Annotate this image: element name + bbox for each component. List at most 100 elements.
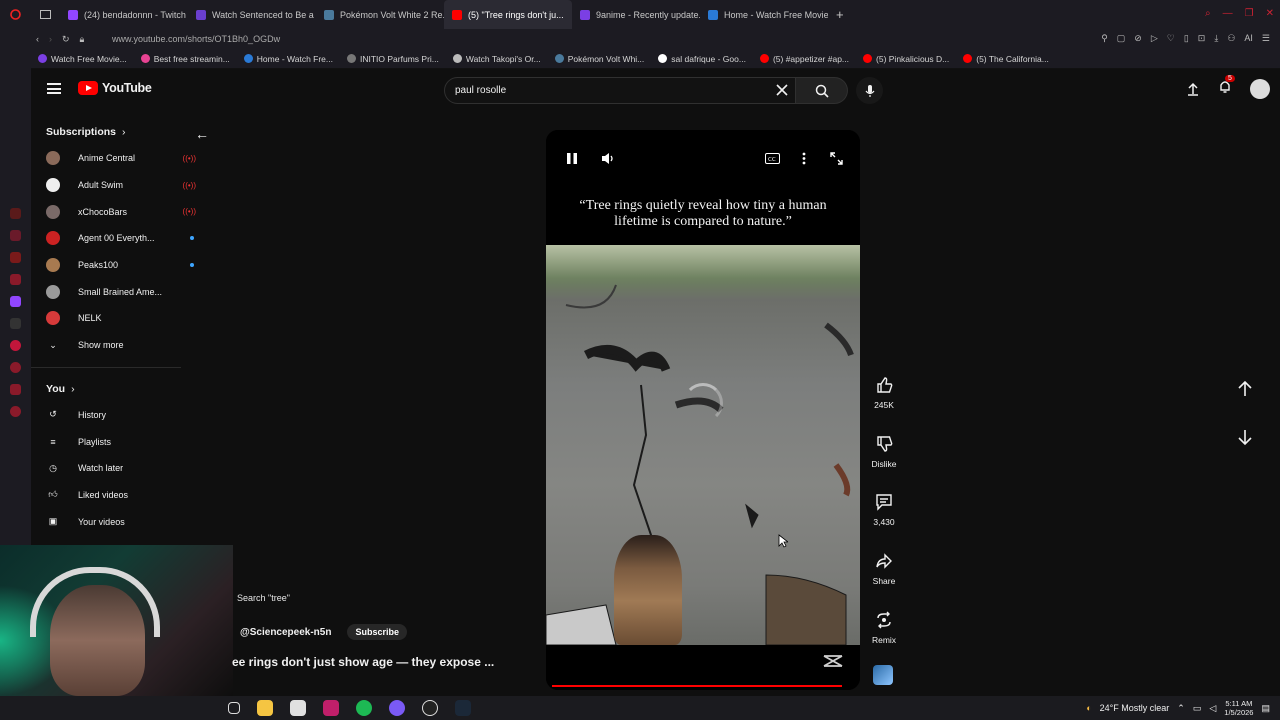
sidebar-item-playlists[interactable]: ≡ Playlists bbox=[31, 428, 214, 455]
dislike-button[interactable] bbox=[869, 431, 899, 457]
snapshot-icon[interactable]: ▢ bbox=[1117, 33, 1126, 44]
sidebar-app-icon[interactable] bbox=[10, 230, 21, 241]
you-heading[interactable]: You › bbox=[31, 376, 214, 402]
browser-tab[interactable]: 9anime - Recently update... bbox=[572, 0, 700, 29]
pause-icon[interactable] bbox=[564, 150, 580, 166]
bookmark-item[interactable]: Home - Watch Fre... bbox=[243, 54, 333, 64]
shorts-player[interactable]: CC “Tree rings quietly reveal how tiny a… bbox=[546, 130, 860, 690]
browser-tab[interactable]: (5) "Tree rings don't ju... bbox=[444, 0, 572, 29]
bookmark-item[interactable]: (5) The California... bbox=[963, 54, 1049, 64]
search-input[interactable]: paul rosolle bbox=[444, 77, 796, 104]
back-icon[interactable]: ‹ bbox=[36, 34, 39, 45]
sound-thumbnail[interactable] bbox=[873, 665, 893, 685]
player-icon[interactable]: ▷ bbox=[1151, 33, 1158, 44]
easy-setup-icon[interactable]: ☰ bbox=[1262, 33, 1270, 44]
bookmark-item[interactable]: (5) Pinkalicious D... bbox=[863, 54, 949, 64]
share-button[interactable] bbox=[869, 548, 899, 574]
avatar[interactable] bbox=[1250, 79, 1270, 99]
wallet-icon[interactable]: ⊡ bbox=[1198, 33, 1206, 44]
like-button[interactable] bbox=[869, 372, 899, 398]
new-tab-button[interactable]: + bbox=[828, 0, 852, 29]
spotify-icon[interactable] bbox=[10, 340, 21, 351]
sidebar-item-channel[interactable]: Small Brained Ame... bbox=[31, 278, 214, 305]
channel-name[interactable]: @Sciencepeek-n5n bbox=[240, 627, 331, 638]
sidebar-app-icon[interactable] bbox=[10, 274, 21, 285]
twitch-icon[interactable] bbox=[10, 296, 21, 307]
sidebar-item-liked-videos[interactable]: 👍︎ Liked videos bbox=[31, 482, 214, 509]
opera-taskbar-icon[interactable] bbox=[323, 700, 339, 716]
subscribe-button[interactable]: Subscribe bbox=[347, 624, 407, 640]
search-button[interactable] bbox=[796, 77, 848, 104]
tab-menu-icon[interactable] bbox=[30, 10, 60, 19]
sidebar-item-channel[interactable]: Agent 00 Everyth... bbox=[31, 225, 214, 252]
clock[interactable]: 5:11 AM 1/5/2026 bbox=[1224, 699, 1253, 717]
bookmark-item[interactable]: (5) #appetizer #ap... bbox=[759, 54, 849, 64]
browser-tab[interactable]: Pokémon Volt White 2 Re... bbox=[316, 0, 444, 29]
store-icon[interactable] bbox=[290, 700, 306, 716]
sidebar-item-channel[interactable]: Adult Swim ((•)) bbox=[31, 172, 214, 199]
search-tabs-icon[interactable]: ⌕ bbox=[1205, 8, 1211, 19]
browser-tab[interactable]: Home - Watch Free Movie... bbox=[700, 0, 828, 29]
sidebar-item-channel[interactable]: Peaks100 bbox=[31, 252, 214, 279]
clear-search-icon[interactable] bbox=[775, 83, 789, 97]
volume-icon[interactable] bbox=[600, 150, 616, 166]
network-icon[interactable]: ▭ bbox=[1193, 703, 1202, 714]
heart-icon[interactable]: ♡ bbox=[1167, 33, 1175, 44]
search-suggestion[interactable]: Search "tree" bbox=[237, 593, 290, 603]
previous-short-icon[interactable] bbox=[1233, 380, 1257, 398]
task-view-icon[interactable] bbox=[228, 702, 240, 714]
ai-icon[interactable]: AI bbox=[1244, 33, 1253, 44]
settings-side-icon[interactable] bbox=[10, 406, 21, 417]
upload-icon[interactable] bbox=[1186, 82, 1200, 96]
show-more-button[interactable]: ⌄ Show more bbox=[31, 332, 214, 359]
tray-overflow-icon[interactable]: ⌃ bbox=[1177, 703, 1185, 714]
remix-button[interactable] bbox=[869, 607, 899, 633]
account-icon[interactable]: ⚇ bbox=[1227, 33, 1235, 44]
more-options-icon[interactable] bbox=[796, 150, 812, 166]
bookmark-item[interactable]: Best free streamin... bbox=[140, 54, 230, 64]
sidebar-app-icon[interactable] bbox=[10, 252, 21, 263]
next-short-icon[interactable] bbox=[1233, 428, 1257, 446]
obs-taskbar-icon[interactable] bbox=[422, 700, 438, 716]
file-explorer-icon[interactable] bbox=[257, 700, 273, 716]
menu-icon[interactable] bbox=[47, 83, 61, 94]
history-side-icon[interactable] bbox=[10, 362, 21, 373]
tracker-icon[interactable]: ⊘ bbox=[1134, 33, 1142, 44]
bookmark-item[interactable]: Watch Takopi's Or... bbox=[452, 54, 541, 64]
bookmark-item[interactable]: Pokémon Volt Whi... bbox=[554, 54, 644, 64]
subscriptions-heading[interactable]: Subscriptions › bbox=[31, 119, 214, 145]
close-window-icon[interactable]: ✕ bbox=[1266, 8, 1274, 19]
bookmarks-icon[interactable]: ▯ bbox=[1184, 33, 1189, 44]
bookmark-item[interactable]: Watch Free Movie... bbox=[38, 54, 127, 64]
sidebar-app-icon[interactable] bbox=[10, 208, 21, 219]
bookmark-item[interactable]: INITIO Parfums Pri... bbox=[347, 54, 439, 64]
sidebar-item-watch-later[interactable]: ◷ Watch later bbox=[31, 455, 214, 482]
bookmark-item[interactable]: sal dafrique - Goo... bbox=[658, 54, 746, 64]
captions-icon[interactable]: CC bbox=[764, 150, 780, 166]
pin-icon[interactable]: ⚲ bbox=[1101, 33, 1108, 44]
url-field[interactable]: www.youtube.com/shorts/OT1Bh0_OGDw bbox=[112, 34, 280, 44]
forward-icon[interactable]: › bbox=[49, 34, 52, 45]
sidebar-item-channel[interactable]: xChocoBars ((•)) bbox=[31, 198, 214, 225]
volume-tray-icon[interactable]: ◁ bbox=[1209, 703, 1216, 714]
reload-icon[interactable]: ↻ bbox=[62, 34, 70, 45]
sidebar-item-history[interactable]: ↺ History bbox=[31, 402, 214, 429]
browser-tab[interactable]: (24) bendadonnn - Twitch bbox=[60, 0, 188, 29]
back-arrow-icon[interactable]: ← bbox=[195, 126, 209, 142]
fullscreen-icon[interactable] bbox=[828, 150, 844, 166]
browser-tab[interactable]: Watch Sentenced to Be a ... bbox=[188, 0, 316, 29]
maximize-icon[interactable]: ❐ bbox=[1245, 8, 1254, 19]
voice-search-button[interactable] bbox=[856, 77, 883, 104]
notifications-button[interactable]: 5 bbox=[1218, 75, 1235, 99]
minimize-icon[interactable]: — bbox=[1223, 8, 1233, 19]
short-title[interactable]: ee rings don't just show age — they expo… bbox=[232, 655, 494, 669]
youtube-logo[interactable]: YouTube bbox=[78, 81, 152, 95]
notifications-tray-icon[interactable]: ▤ bbox=[1261, 703, 1270, 714]
download-icon[interactable]: ⤓ bbox=[1214, 33, 1218, 44]
comments-button[interactable] bbox=[869, 489, 899, 515]
spotify-taskbar-icon[interactable] bbox=[356, 700, 372, 716]
x-icon[interactable] bbox=[10, 318, 21, 329]
sidebar-item-your-videos[interactable]: ▣ Your videos bbox=[31, 508, 214, 535]
heart-side-icon[interactable] bbox=[10, 384, 21, 395]
sidebar-item-channel[interactable]: NELK bbox=[31, 305, 214, 332]
